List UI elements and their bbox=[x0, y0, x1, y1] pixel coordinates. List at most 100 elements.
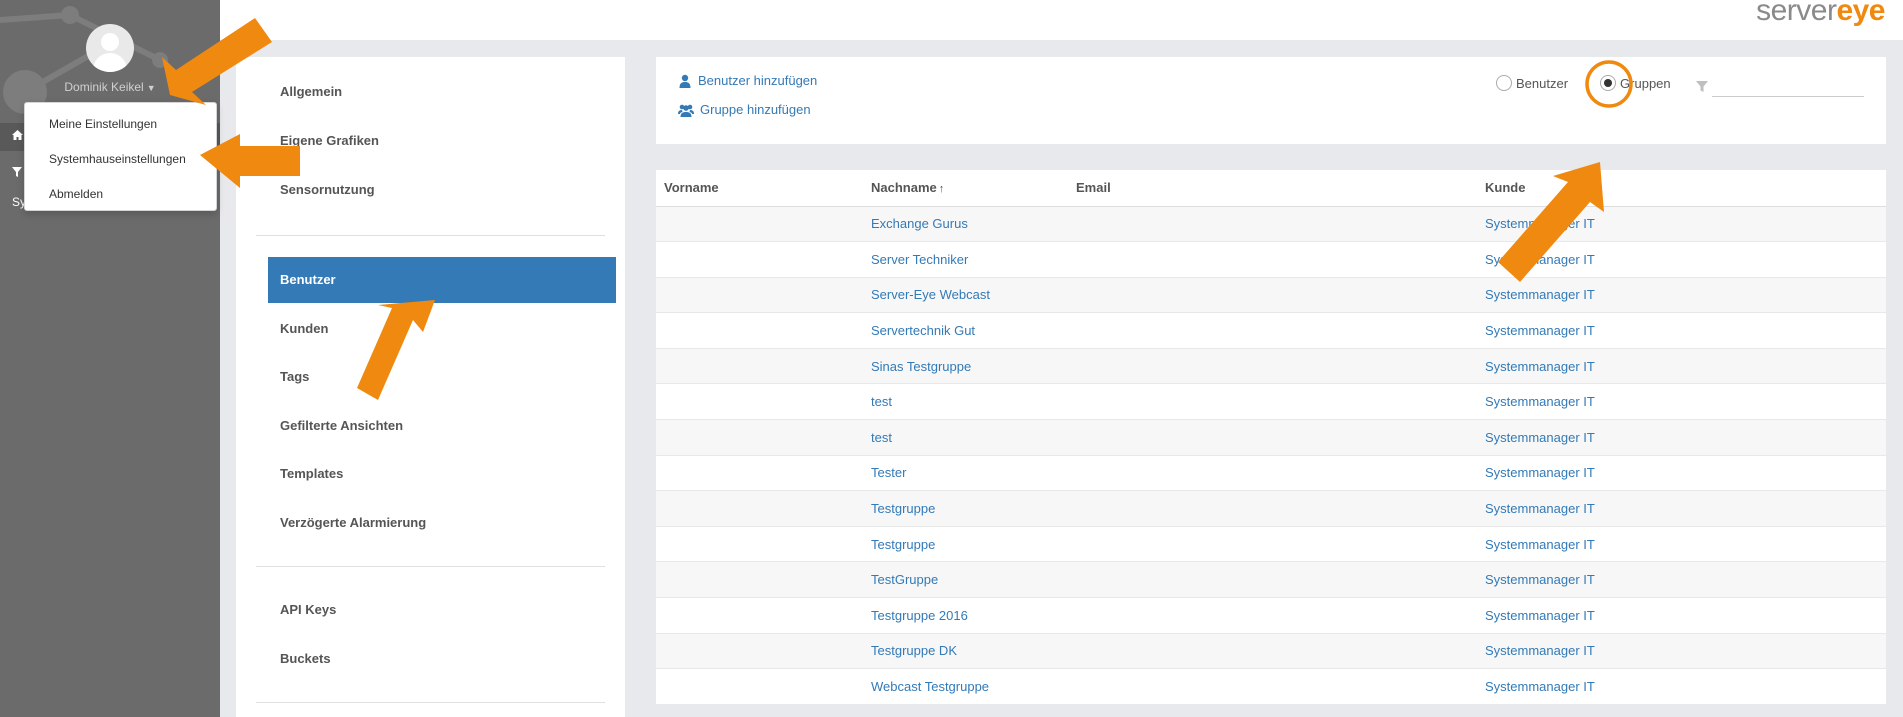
settings-item-kunden[interactable]: Kunden bbox=[268, 306, 616, 352]
radio-gruppen[interactable] bbox=[1600, 75, 1617, 91]
cell-vorname bbox=[656, 419, 863, 456]
filter-input[interactable] bbox=[1712, 75, 1864, 97]
caret-down-icon: ▼ bbox=[146, 83, 156, 93]
cell-vorname bbox=[656, 276, 863, 313]
cell-vorname bbox=[656, 668, 863, 705]
groups-table-panel: Vorname Nachname ↑ Email Kunde Exchange G… bbox=[656, 170, 1886, 705]
divider bbox=[256, 235, 605, 236]
table-row[interactable]: Sinas Testgruppe Systemmanager IT bbox=[656, 347, 1886, 384]
table-row[interactable]: Testgruppe 2016 Systemmanager IT bbox=[656, 597, 1886, 634]
users-icon bbox=[678, 104, 694, 117]
cell-email bbox=[1068, 419, 1477, 456]
cell-nachname[interactable]: Testgruppe DK bbox=[863, 632, 1068, 669]
cell-nachname[interactable]: Server-Eye Webcast bbox=[863, 276, 1068, 313]
cell-vorname bbox=[656, 454, 863, 491]
cell-email bbox=[1068, 347, 1477, 384]
table-header-row: Vorname Nachname ↑ Email Kunde bbox=[656, 170, 1886, 207]
settings-item-tags[interactable]: Tags bbox=[268, 354, 616, 400]
table-row[interactable]: Webcast Testgruppe Systemmanager IT bbox=[656, 668, 1886, 705]
table-row[interactable]: Testgruppe DK Systemmanager IT bbox=[656, 632, 1886, 669]
cell-vorname bbox=[656, 490, 863, 527]
cell-kunde[interactable]: Systemmanager IT bbox=[1477, 383, 1886, 420]
cell-nachname[interactable]: Testgruppe 2016 bbox=[863, 597, 1068, 634]
cell-kunde[interactable]: Systemmanager IT bbox=[1477, 525, 1886, 562]
cell-email bbox=[1068, 241, 1477, 278]
menu-item-my-settings[interactable]: Meine Einstellungen bbox=[25, 110, 216, 145]
cell-nachname[interactable]: Webcast Testgruppe bbox=[863, 668, 1068, 705]
cell-email bbox=[1068, 561, 1477, 598]
add-user-button[interactable]: Benutzer hinzufügen bbox=[678, 73, 817, 88]
column-header-nachname[interactable]: Nachname ↑ bbox=[863, 170, 1068, 207]
cell-nachname[interactable]: Tester bbox=[863, 454, 1068, 491]
table-row[interactable]: Server-Eye Webcast Systemmanager IT bbox=[656, 276, 1886, 313]
menu-item-systemhaus-settings[interactable]: Systemhauseinstellungen bbox=[25, 145, 216, 180]
cell-nachname[interactable]: Servertechnik Gut bbox=[863, 312, 1068, 349]
view-mode-radio-group: Benutzer Gruppen bbox=[1496, 75, 1703, 91]
table-row[interactable]: Servertechnik Gut Systemmanager IT bbox=[656, 312, 1886, 349]
cell-kunde[interactable]: Systemmanager IT bbox=[1477, 312, 1886, 349]
cell-kunde[interactable]: Systemmanager IT bbox=[1477, 632, 1886, 669]
servereye-logo[interactable]: servereye bbox=[1756, 0, 1885, 26]
settings-item-sensornutzung[interactable]: Sensornutzung bbox=[268, 167, 616, 213]
cell-email bbox=[1068, 205, 1477, 242]
cell-vorname bbox=[656, 241, 863, 278]
column-header-email[interactable]: Email bbox=[1068, 170, 1477, 207]
cell-nachname[interactable]: Testgruppe bbox=[863, 490, 1068, 527]
radio-benutzer-label[interactable]: Benutzer bbox=[1516, 76, 1568, 91]
settings-item-eigene-grafiken[interactable]: Eigene Grafiken bbox=[268, 118, 616, 164]
table-row[interactable]: test Systemmanager IT bbox=[656, 419, 1886, 456]
cell-kunde[interactable]: Systemmanager IT bbox=[1477, 597, 1886, 634]
cell-kunde[interactable]: Systemmanager IT bbox=[1477, 419, 1886, 456]
cell-vorname bbox=[656, 347, 863, 384]
settings-item-benutzer[interactable]: Benutzer bbox=[268, 257, 616, 303]
radio-benutzer[interactable] bbox=[1496, 75, 1512, 91]
user-dropdown-menu: Meine Einstellungen Systemhauseinstellun… bbox=[24, 102, 217, 211]
table-row[interactable]: Exchange Gurus Systemmanager IT bbox=[656, 205, 1886, 242]
cell-vorname bbox=[656, 312, 863, 349]
top-header: servereye bbox=[220, 0, 1903, 40]
cell-nachname[interactable]: Exchange Gurus bbox=[863, 205, 1068, 242]
cell-kunde[interactable]: Systemmanager IT bbox=[1477, 205, 1886, 242]
radio-gruppen-label[interactable]: Gruppen bbox=[1620, 76, 1671, 91]
cell-kunde[interactable]: Systemmanager IT bbox=[1477, 561, 1886, 598]
cell-kunde[interactable]: Systemmanager IT bbox=[1477, 454, 1886, 491]
table-row[interactable]: Tester Systemmanager IT bbox=[656, 454, 1886, 491]
table-row[interactable]: test Systemmanager IT bbox=[656, 383, 1886, 420]
cell-nachname[interactable]: TestGruppe bbox=[863, 561, 1068, 598]
table-row[interactable]: Testgruppe Systemmanager IT bbox=[656, 490, 1886, 527]
column-header-vorname[interactable]: Vorname bbox=[656, 170, 863, 207]
settings-item-gefilterte-ansichten[interactable]: Gefilterte Ansichten bbox=[268, 403, 616, 449]
cell-email bbox=[1068, 597, 1477, 634]
table-row[interactable]: TestGruppe Systemmanager IT bbox=[656, 561, 1886, 598]
cell-email bbox=[1068, 276, 1477, 313]
cell-vorname bbox=[656, 597, 863, 634]
cell-nachname[interactable]: test bbox=[863, 383, 1068, 420]
cell-kunde[interactable]: Systemmanager IT bbox=[1477, 490, 1886, 527]
user-menu-toggle[interactable]: Dominik Keikel ▼ bbox=[0, 80, 220, 94]
cell-kunde[interactable]: Systemmanager IT bbox=[1477, 668, 1886, 705]
settings-item-buckets[interactable]: Buckets bbox=[268, 636, 616, 682]
cell-nachname[interactable]: Server Techniker bbox=[863, 241, 1068, 278]
settings-item-allgemein[interactable]: Allgemein bbox=[268, 69, 616, 115]
cell-kunde[interactable]: Systemmanager IT bbox=[1477, 347, 1886, 384]
table-row[interactable]: Server Techniker Systemmanager IT bbox=[656, 241, 1886, 278]
users-toolbar: Benutzer hinzufügen Gruppe hinzufügen Be… bbox=[656, 57, 1886, 144]
cell-kunde[interactable]: Systemmanager IT bbox=[1477, 276, 1886, 313]
menu-item-logout[interactable]: Abmelden bbox=[25, 180, 216, 215]
table-row[interactable]: Testgruppe Systemmanager IT bbox=[656, 525, 1886, 562]
cell-kunde[interactable]: Systemmanager IT bbox=[1477, 241, 1886, 278]
column-header-kunde[interactable]: Kunde bbox=[1477, 170, 1886, 207]
home-icon bbox=[12, 130, 23, 140]
groups-table: Vorname Nachname ↑ Email Kunde Exchange G… bbox=[656, 170, 1886, 705]
cell-email bbox=[1068, 668, 1477, 705]
cell-nachname[interactable]: Testgruppe bbox=[863, 525, 1068, 562]
cell-nachname[interactable]: Sinas Testgruppe bbox=[863, 347, 1068, 384]
add-group-button[interactable]: Gruppe hinzufügen bbox=[678, 102, 811, 117]
settings-item-api-keys[interactable]: API Keys bbox=[268, 587, 616, 633]
avatar[interactable] bbox=[86, 24, 134, 72]
user-name: Dominik Keikel bbox=[64, 80, 144, 94]
settings-item-templates[interactable]: Templates bbox=[268, 451, 616, 497]
cell-nachname[interactable]: test bbox=[863, 419, 1068, 456]
sort-asc-icon: ↑ bbox=[938, 183, 945, 196]
settings-item-verzoegerte-alarmierung[interactable]: Verzögerte Alarmierung bbox=[268, 500, 616, 546]
